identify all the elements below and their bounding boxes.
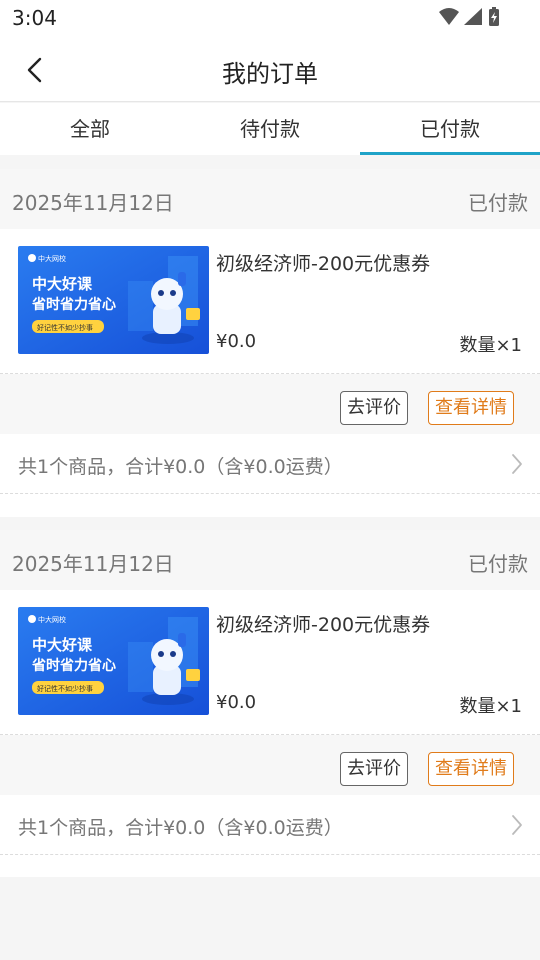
order-status: 已付款 — [468, 191, 528, 215]
order-summary-text: 共1个商品，合计¥0.0（含¥0.0运费） — [18, 456, 343, 478]
review-button[interactable]: 去评价 — [340, 752, 408, 786]
signal-icon — [464, 8, 482, 25]
order-status: 已付款 — [468, 552, 528, 576]
order-item[interactable]: 中大网校 中大好课 省时省力省心 好记性不如少抄事 初级经济师-200元优惠券 … — [0, 590, 540, 735]
view-details-button[interactable]: 查看详情 — [428, 391, 514, 425]
order-header: 2025年11月12日 已付款 — [0, 530, 540, 590]
thumb-line1: 中大好课 — [32, 275, 93, 293]
tab-paid[interactable]: 已付款 — [360, 103, 540, 155]
thumb-tag: 好记性不如少抄事 — [37, 684, 93, 693]
product-quantity: 数量×1 — [459, 696, 522, 717]
product-quantity: 数量×1 — [459, 335, 522, 356]
status-time: 3:04 — [12, 6, 57, 30]
order-summary-text: 共1个商品，合计¥0.0（含¥0.0运费） — [18, 817, 343, 839]
product-price: ¥0.0 — [216, 331, 257, 352]
order-card: 2025年11月12日 已付款 中大网校 中大好课 省时省力省心 好记性不如少抄… — [0, 530, 540, 878]
order-actions: 去评价 查看详情 — [0, 735, 540, 795]
wifi-icon — [439, 8, 459, 25]
page-title: 我的订单 — [222, 60, 318, 88]
list-end-area — [0, 877, 540, 960]
order-card: 2025年11月12日 已付款 中大网校 中大好课 省时省力省心 好记性不如少抄… — [0, 169, 540, 517]
order-actions: 去评价 查看详情 — [0, 374, 540, 434]
thumb-line2: 省时省力省心 — [31, 296, 116, 313]
title-bar: 我的订单 — [0, 36, 540, 102]
tab-all[interactable]: 全部 — [0, 103, 180, 155]
status-icons — [438, 6, 500, 28]
order-tabs: 全部 待付款 已付款 — [0, 103, 540, 155]
thumb-brand: 中大网校 — [38, 254, 66, 263]
order-header: 2025年11月12日 已付款 — [0, 169, 540, 229]
order-date: 2025年11月12日 — [12, 191, 174, 215]
review-button[interactable]: 去评价 — [340, 391, 408, 425]
view-details-button[interactable]: 查看详情 — [428, 752, 514, 786]
product-thumbnail: 中大网校 中大好课 省时省力省心 好记性不如少抄事 — [18, 607, 209, 715]
order-summary[interactable]: 共1个商品，合计¥0.0（含¥0.0运费） — [0, 795, 540, 855]
product-price: ¥0.0 — [216, 692, 257, 713]
thumb-brand: 中大网校 — [38, 615, 66, 624]
order-item[interactable]: 中大网校 中大好课 省时省力省心 好记性不如少抄事 初级经济师-200元优惠券 … — [0, 229, 540, 374]
status-bar: 3:04 — [0, 0, 540, 36]
thumb-line1: 中大好课 — [32, 636, 93, 654]
battery-icon — [489, 7, 499, 26]
tab-pending-payment[interactable]: 待付款 — [180, 103, 360, 155]
product-name: 初级经济师-200元优惠券 — [216, 253, 431, 275]
thumb-tag: 好记性不如少抄事 — [37, 323, 93, 332]
thumb-line2: 省时省力省心 — [31, 657, 116, 674]
product-thumbnail: 中大网校 中大好课 省时省力省心 好记性不如少抄事 — [18, 246, 209, 354]
chevron-right-icon — [512, 815, 522, 835]
chevron-right-icon — [512, 454, 522, 474]
order-date: 2025年11月12日 — [12, 552, 174, 576]
order-summary[interactable]: 共1个商品，合计¥0.0（含¥0.0运费） — [0, 434, 540, 494]
product-name: 初级经济师-200元优惠券 — [216, 614, 431, 636]
